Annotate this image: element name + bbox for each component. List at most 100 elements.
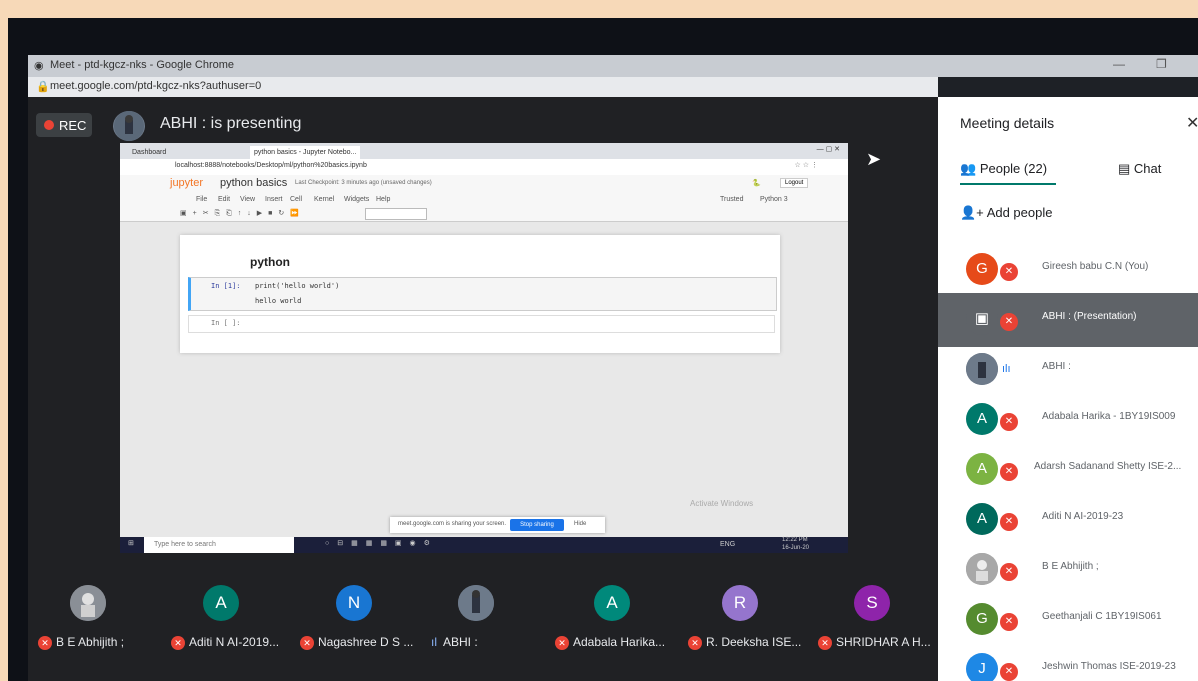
participant-name-tag: ✕ SHRIDHAR A H... [818, 635, 931, 650]
meet-main-area: REC ABHI : is presenting ➤ Dashboard pyt… [28, 97, 938, 681]
notebook-heading: python [250, 255, 290, 269]
participant-row[interactable]: A ✕ Adabala Harika - 1BY19IS009 [938, 393, 1198, 447]
menu-insert: Insert [265, 196, 283, 203]
participant-photo-icon [458, 585, 494, 621]
participant-avatar: R [722, 585, 758, 621]
taskbar-app-icons: ○⊟▦▦▦▣◉⚙ [325, 540, 438, 547]
jupyter-header: jupyter python basics Last Checkpoint: 3… [120, 175, 848, 193]
mic-off-icon: ✕ [555, 635, 569, 650]
mic-off-icon: ✕ [1000, 663, 1018, 681]
participant-tile[interactable]: N [336, 585, 372, 621]
speaking-icon: ıl [431, 635, 437, 649]
participant-name: ABHI : [1042, 361, 1071, 372]
mic-off-icon: ✕ [300, 635, 314, 650]
participant-tile[interactable]: R [722, 585, 758, 621]
taskbar-lang: ENG [720, 541, 736, 548]
tab-people-indicator [960, 183, 1056, 185]
participant-name: Geethanjali C 1BY19IS061 [1042, 611, 1162, 622]
shared-browser-tabs: Dashboard python basics - Jupyter Notebo… [120, 143, 848, 159]
address-bar[interactable]: 🔒 meet.google.com/ptd-kgcz-nks?authuser=… [28, 77, 938, 97]
tab-chat[interactable]: ▤ Chat [1118, 161, 1161, 177]
menu-file: File [196, 196, 208, 203]
restore-button[interactable]: ❐ [1156, 57, 1167, 71]
people-icon: 👥 [960, 161, 980, 176]
participant-row[interactable]: A ✕ Adarsh Sadanand Shetty ISE-2... [938, 443, 1198, 497]
participant-name: Adabala Harika - 1BY19IS009 [1042, 411, 1176, 422]
add-people-button[interactable]: 👤+ Add people [960, 205, 1052, 221]
participant-tile[interactable]: S [854, 585, 890, 621]
participant-name: Jeshwin Thomas ISE-2019-23 [1042, 661, 1176, 672]
stop-sharing-button: Stop sharing [510, 519, 564, 531]
participant-photo-icon [966, 353, 998, 385]
sharing-notice-text: meet.google.com is sharing your screen. [398, 521, 507, 527]
participant-avatar: A [966, 453, 998, 485]
participant-row[interactable]: ılı ABHI : [938, 343, 1198, 397]
trusted-status: Trusted [720, 196, 744, 203]
cell1-output: hello world [255, 297, 302, 305]
participant-avatar: A [966, 403, 998, 435]
minimize-button[interactable]: — [1113, 57, 1125, 71]
participant-row[interactable]: G ✕ Gireesh babu C.N (You) [938, 243, 1198, 297]
participant-row[interactable]: J ✕ Jeshwin Thomas ISE-2019-23 [938, 643, 1198, 681]
panel-title: Meeting details [960, 115, 1055, 131]
windows-taskbar: ⊞ Type here to search ○⊟▦▦▦▣◉⚙ ENG 12:22… [120, 537, 848, 553]
menu-cell: Cell [290, 196, 303, 203]
chat-icon: ▤ [1118, 161, 1134, 176]
mic-off-icon: ✕ [818, 635, 832, 650]
rec-label: REC [59, 118, 87, 133]
code-cell-2: In [ ]: [188, 315, 775, 333]
participant-avatar: N [336, 585, 372, 621]
participant-name-tag: ✕ Aditi N AI-2019... [171, 635, 279, 650]
notebook-area: python In [1]: print('hello world') hell… [180, 235, 780, 353]
checkpoint-status: Last Checkpoint: 3 minutes ago (unsaved … [295, 180, 432, 186]
participant-name-tag: ✕ Nagashree D S ... [300, 635, 413, 650]
mic-off-icon: ✕ [1000, 513, 1018, 531]
jupyter-logo: jupyter [170, 177, 204, 189]
participant-tile[interactable]: A [594, 585, 630, 621]
close-icon[interactable]: ✕ [1186, 113, 1198, 133]
window-title: Meet - ptd-kgcz-nks - Google Chrome [50, 59, 235, 71]
jupyter-toolbar: ▣+✂⎘⎗↑↓▶■↻⏩ [120, 207, 848, 222]
participant-row[interactable]: ✕ B E Abhijith ; [938, 543, 1198, 597]
meeting-details-panel: Meeting details ✕ 👥 People (22) ▤ Chat 👤… [938, 97, 1198, 681]
participant-name-tag: ✕ Adabala Harika... [555, 635, 665, 650]
menu-kernel: Kernel [314, 196, 335, 203]
cell-type-select [365, 208, 427, 220]
participant-name: Gireesh babu C.N (You) [1042, 261, 1149, 272]
mouse-cursor-icon: ➤ [866, 149, 882, 169]
participant-photo-icon [966, 553, 998, 585]
screen: ◉ Meet - ptd-kgcz-nks - Google Chrome — … [28, 55, 1198, 681]
sharing-notice-bar: meet.google.com is sharing your screen. … [390, 517, 605, 533]
window-titlebar: ◉ Meet - ptd-kgcz-nks - Google Chrome — … [28, 55, 1198, 77]
participant-name-tag: ✕ B E Abhijith ; [38, 635, 124, 650]
mic-off-icon: ✕ [688, 635, 702, 650]
participant-row[interactable]: ▣ ✕ ABHI : (Presentation) [938, 293, 1198, 347]
menu-widgets: Widgets [344, 196, 370, 203]
shared-window-controls: — ▢ ✕ [816, 146, 840, 153]
menu-edit: Edit [218, 196, 231, 203]
participant-avatar: G [966, 603, 998, 635]
participant-tile[interactable] [70, 585, 106, 621]
participant-name: Aditi N AI-2019-23 [1042, 511, 1124, 522]
mic-off-icon: ✕ [1000, 463, 1018, 481]
taskbar-search: Type here to search [144, 537, 294, 553]
windows-start-icon: ⊞ [128, 540, 134, 547]
mic-off-icon: ✕ [38, 635, 52, 650]
participant-tile[interactable] [458, 585, 494, 621]
mic-off-icon: ✕ [1000, 413, 1018, 431]
participant-avatar: A [594, 585, 630, 621]
participant-row[interactable]: G ✕ Geethanjali C 1BY19IS061 [938, 593, 1198, 647]
code-cell-1: In [1]: print('hello world') hello world [188, 277, 777, 311]
tab-jupyter: python basics - Jupyter Notebo... [250, 146, 361, 159]
participant-tile[interactable]: A [203, 585, 239, 621]
presenter-avatar [113, 111, 145, 141]
shared-screen: Dashboard python basics - Jupyter Notebo… [120, 143, 848, 553]
tab-people[interactable]: 👥 People (22) [960, 161, 1047, 177]
participant-row[interactable]: A ✕ Aditi N AI-2019-23 [938, 493, 1198, 547]
record-dot-icon [44, 120, 54, 130]
person-photo-icon [114, 111, 144, 141]
menu-help: Help [376, 196, 391, 203]
mic-off-icon: ✕ [1000, 563, 1018, 581]
lock-icon: 🔒 [36, 81, 50, 93]
participant-name: B E Abhijith ; [1042, 561, 1099, 572]
